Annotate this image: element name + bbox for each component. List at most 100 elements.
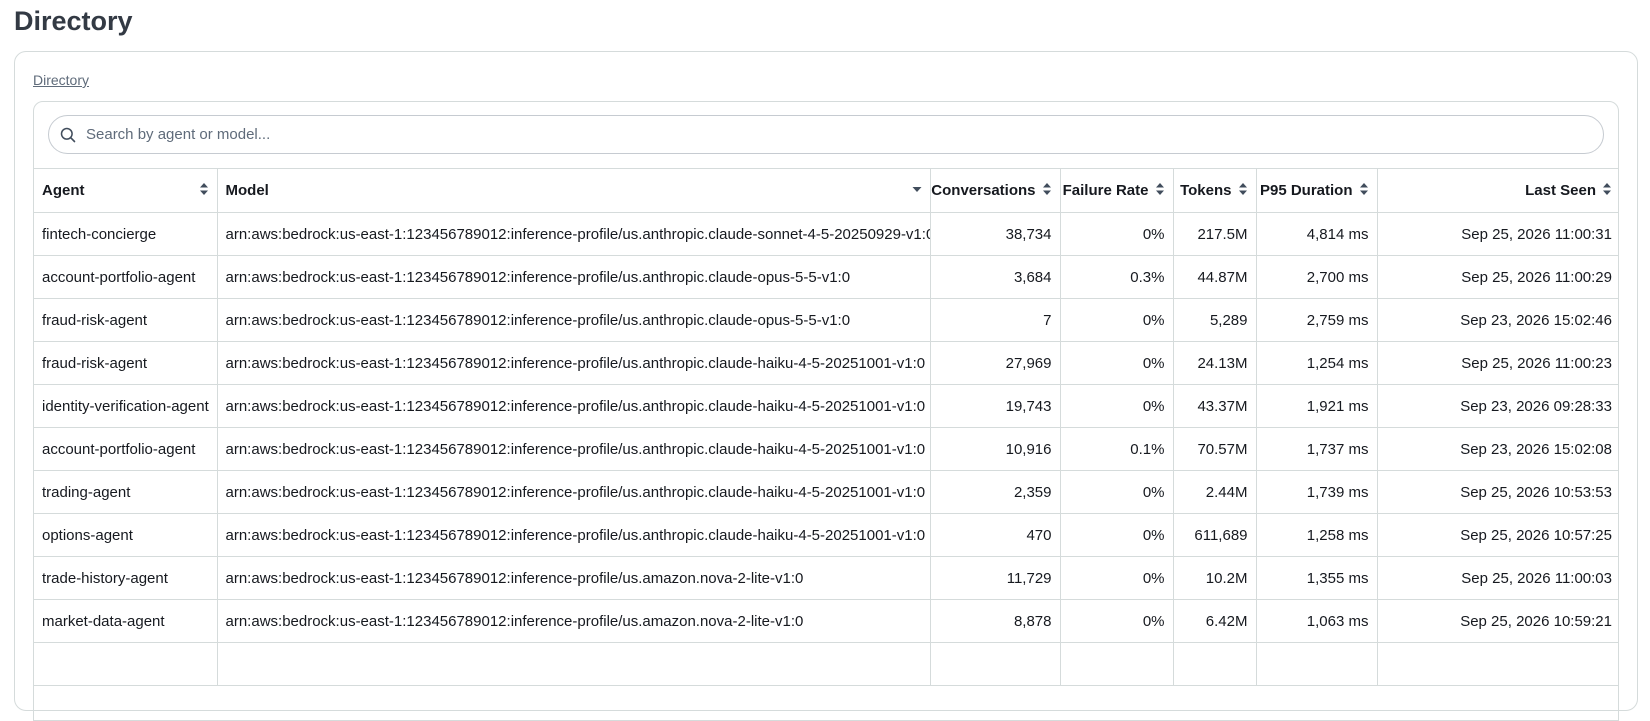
tokens-cell: 2.44M: [1172, 470, 1257, 514]
table-row: fraud-risk-agent arn:aws:bedrock:us-east…: [34, 341, 1618, 385]
agent-cell: market-data-agent: [34, 599, 218, 643]
tokens-cell: 10.2M: [1172, 556, 1257, 600]
conversations-cell: [929, 642, 1061, 686]
failure-rate-cell: 0%: [1059, 384, 1174, 428]
table-row: fraud-risk-agent arn:aws:bedrock:us-east…: [34, 298, 1618, 342]
table-row: trade-history-agent arn:aws:bedrock:us-e…: [34, 556, 1618, 600]
table-row: trading-agent arn:aws:bedrock:us-east-1:…: [34, 470, 1618, 514]
agent-cell: [34, 642, 218, 686]
sort-icon: [1238, 182, 1248, 200]
column-header-tokens[interactable]: Tokens: [1172, 168, 1257, 213]
table-row: fintech-concierge arn:aws:bedrock:us-eas…: [34, 212, 1618, 256]
conversations-cell: 27,969: [929, 341, 1061, 385]
tokens-cell: 217.5M: [1172, 212, 1257, 256]
conversations-cell: 7: [929, 298, 1061, 342]
page-title: Directory: [14, 6, 133, 36]
table-row: market-data-agent arn:aws:bedrock:us-eas…: [34, 599, 1618, 643]
sort-icon: [199, 182, 209, 200]
model-cell: arn:aws:bedrock:us-east-1:123456789012:i…: [216, 513, 931, 557]
column-header-conversations[interactable]: Conversations: [929, 168, 1061, 213]
conversations-cell: 8,878: [929, 599, 1061, 643]
search-field[interactable]: [48, 115, 1604, 154]
sort-icon: [1359, 182, 1369, 200]
table-row: options-agent arn:aws:bedrock:us-east-1:…: [34, 513, 1618, 557]
failure-rate-cell: 0%: [1059, 341, 1174, 385]
column-header-model[interactable]: Model: [216, 168, 931, 213]
p95-duration-cell: 1,254 ms: [1255, 341, 1378, 385]
conversations-cell: 470: [929, 513, 1061, 557]
last-seen-cell: Sep 25, 2026 11:00:31: [1376, 212, 1618, 256]
column-header-failure-rate[interactable]: Failure Rate: [1059, 168, 1174, 213]
failure-rate-cell: 0%: [1059, 470, 1174, 514]
breadcrumb-directory-link[interactable]: Directory: [33, 72, 89, 88]
p95-duration-cell: 2,700 ms: [1255, 255, 1378, 299]
p95-duration-cell: 1,258 ms: [1255, 513, 1378, 557]
p95-duration-cell: 1,355 ms: [1255, 556, 1378, 600]
last-seen-cell: Sep 23, 2026 15:02:08: [1376, 427, 1618, 471]
table-row: identity-verification-agent arn:aws:bedr…: [34, 384, 1618, 428]
p95-duration-cell: 2,759 ms: [1255, 298, 1378, 342]
model-cell: arn:aws:bedrock:us-east-1:123456789012:i…: [216, 212, 931, 256]
tokens-cell: 6.42M: [1172, 599, 1257, 643]
agent-cell: fraud-risk-agent: [34, 341, 218, 385]
model-cell: arn:aws:bedrock:us-east-1:123456789012:i…: [216, 298, 931, 342]
conversations-cell: 38,734: [929, 212, 1061, 256]
last-seen-cell: Sep 23, 2026 09:28:33: [1376, 384, 1618, 428]
column-header-agent[interactable]: Agent: [34, 168, 218, 213]
model-cell: arn:aws:bedrock:us-east-1:123456789012:i…: [216, 556, 931, 600]
tokens-cell: 611,689: [1172, 513, 1257, 557]
last-seen-cell: Sep 25, 2026 10:59:21: [1376, 599, 1618, 643]
column-header-label: Conversations: [931, 182, 1036, 199]
model-cell: [216, 642, 931, 686]
tokens-cell: [1172, 642, 1257, 686]
failure-rate-cell: 0%: [1059, 298, 1174, 342]
column-header-label: Last Seen: [1525, 182, 1596, 199]
tokens-cell: 44.87M: [1172, 255, 1257, 299]
model-cell: arn:aws:bedrock:us-east-1:123456789012:i…: [216, 341, 931, 385]
last-seen-cell: [1376, 642, 1618, 686]
column-header-label: Model: [225, 182, 269, 199]
column-header-last-seen[interactable]: Last Seen: [1376, 168, 1618, 213]
tokens-cell: 43.37M: [1172, 384, 1257, 428]
column-header-label: Agent: [42, 182, 85, 199]
conversations-cell: 3,684: [929, 255, 1061, 299]
p95-duration-cell: 1,063 ms: [1255, 599, 1378, 643]
model-cell: arn:aws:bedrock:us-east-1:123456789012:i…: [216, 599, 931, 643]
p95-duration-cell: 1,921 ms: [1255, 384, 1378, 428]
column-header-p95-duration[interactable]: P95 Duration: [1255, 168, 1378, 213]
tokens-cell: 70.57M: [1172, 427, 1257, 471]
model-cell: arn:aws:bedrock:us-east-1:123456789012:i…: [216, 384, 931, 428]
failure-rate-cell: 0%: [1059, 513, 1174, 557]
last-seen-cell: Sep 25, 2026 11:00:29: [1376, 255, 1618, 299]
table-header-row: Agent Model Conversations Failure Rate T…: [34, 168, 1618, 213]
agent-cell: fintech-concierge: [34, 212, 218, 256]
conversations-cell: 2,359: [929, 470, 1061, 514]
last-seen-cell: Sep 25, 2026 11:00:23: [1376, 341, 1618, 385]
agent-cell: account-portfolio-agent: [34, 427, 218, 471]
directory-table-container: Agent Model Conversations Failure Rate T…: [33, 101, 1619, 721]
p95-duration-cell: 4,814 ms: [1255, 212, 1378, 256]
sort-icon: [1155, 182, 1165, 200]
p95-duration-cell: 1,737 ms: [1255, 427, 1378, 471]
sort-descending-icon: [912, 182, 922, 200]
search-input[interactable]: [84, 125, 1568, 144]
agent-cell: options-agent: [34, 513, 218, 557]
sort-icon: [1042, 182, 1052, 200]
failure-rate-cell: 0%: [1059, 599, 1174, 643]
directory-table: Agent Model Conversations Failure Rate T…: [34, 168, 1618, 686]
failure-rate-cell: 0.1%: [1059, 427, 1174, 471]
model-cell: arn:aws:bedrock:us-east-1:123456789012:i…: [216, 470, 931, 514]
failure-rate-cell: 0%: [1059, 556, 1174, 600]
last-seen-cell: Sep 23, 2026 15:02:46: [1376, 298, 1618, 342]
failure-rate-cell: [1059, 642, 1174, 686]
model-cell: arn:aws:bedrock:us-east-1:123456789012:i…: [216, 427, 931, 471]
sort-icon: [1602, 182, 1612, 200]
table-row: account-portfolio-agent arn:aws:bedrock:…: [34, 427, 1618, 471]
conversations-cell: 19,743: [929, 384, 1061, 428]
failure-rate-cell: 0%: [1059, 212, 1174, 256]
p95-duration-cell: [1255, 642, 1378, 686]
agent-cell: fraud-risk-agent: [34, 298, 218, 342]
last-seen-cell: Sep 25, 2026 11:00:03: [1376, 556, 1618, 600]
agent-cell: trading-agent: [34, 470, 218, 514]
agent-cell: trade-history-agent: [34, 556, 218, 600]
